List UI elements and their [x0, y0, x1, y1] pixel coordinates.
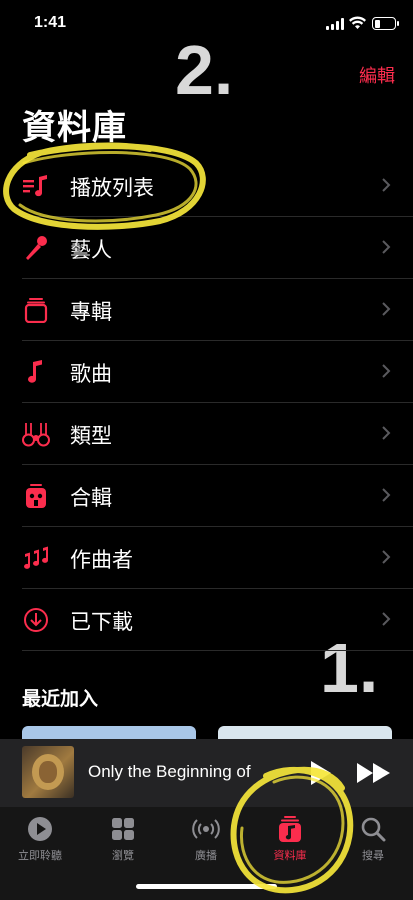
tab-radio[interactable]: 廣播	[170, 815, 242, 863]
library-item-downloaded[interactable]: 已下載	[0, 589, 413, 651]
recent-album-card[interactable]	[218, 726, 392, 740]
library-item-genres[interactable]: 類型	[0, 403, 413, 465]
browse-grid-icon	[112, 818, 134, 840]
library-item-compilations[interactable]: 合輯	[0, 465, 413, 527]
library-item-artists[interactable]: 藝人	[0, 217, 413, 279]
library-icon	[279, 816, 301, 842]
battery-icon	[372, 17, 399, 30]
cellular-signal-icon	[326, 18, 344, 30]
tab-browse[interactable]: 瀏覽	[87, 815, 159, 863]
library-item-label: 類型	[70, 424, 112, 448]
radio-icon	[192, 819, 220, 839]
tab-search[interactable]: 搜尋	[337, 815, 409, 863]
library-list: 播放列表 藝人 專輯 歌曲 類型 合輯 作曲者 已下載	[0, 155, 413, 651]
chevron-right-icon	[382, 302, 391, 316]
library-item-label: 藝人	[70, 238, 112, 262]
page-title: 資料庫	[22, 108, 127, 148]
library-item-label: 合輯	[70, 486, 112, 510]
album-stack-icon	[24, 298, 48, 323]
listen-now-icon	[28, 817, 52, 841]
library-item-composers[interactable]: 作曲者	[0, 527, 413, 589]
chevron-right-icon	[382, 426, 391, 440]
search-icon	[361, 817, 386, 842]
compilation-icon	[26, 484, 46, 508]
music-note-icon	[28, 360, 42, 383]
library-item-label: 已下載	[70, 610, 133, 634]
guitars-icon	[22, 423, 50, 447]
playlist-icon	[23, 175, 47, 197]
tab-listen-now[interactable]: 立即聆聽	[4, 815, 76, 863]
divider	[22, 650, 413, 651]
library-item-label: 歌曲	[70, 362, 112, 386]
recent-album-card[interactable]	[22, 726, 196, 740]
download-circle-icon	[24, 608, 48, 632]
library-item-albums[interactable]: 專輯	[0, 279, 413, 341]
tab-label: 搜尋	[362, 849, 384, 862]
tab-label: 瀏覽	[112, 849, 134, 862]
chevron-right-icon	[382, 364, 391, 378]
tab-label: 資料庫	[273, 849, 307, 862]
microphone-icon	[26, 236, 47, 260]
home-indicator[interactable]	[136, 884, 277, 889]
recently-added-title: 最近加入	[22, 688, 99, 710]
library-item-label: 專輯	[70, 300, 112, 324]
chevron-right-icon	[382, 550, 391, 564]
library-item-playlists[interactable]: 播放列表	[0, 155, 413, 217]
battery-level	[374, 19, 380, 28]
now-playing-title: Only the Beginning of	[88, 762, 251, 781]
tab-label: 立即聆聽	[18, 849, 62, 862]
chevron-right-icon	[382, 612, 391, 626]
wifi-icon	[349, 16, 366, 29]
status-time: 1:41	[34, 14, 67, 31]
fast-forward-icon[interactable]	[356, 761, 392, 785]
play-icon[interactable]	[308, 760, 332, 786]
chevron-right-icon	[382, 240, 391, 254]
chevron-right-icon	[382, 178, 391, 192]
composer-notes-icon	[24, 546, 49, 569]
mini-player[interactable]: Only the Beginning of	[0, 739, 413, 807]
annotation-step-2: 2.	[175, 31, 234, 109]
album-artwork	[22, 746, 74, 798]
chevron-right-icon	[382, 488, 391, 502]
library-item-label: 播放列表	[70, 176, 154, 200]
library-item-songs[interactable]: 歌曲	[0, 341, 413, 403]
library-item-label: 作曲者	[70, 548, 133, 572]
tab-library[interactable]: 資料庫	[254, 815, 326, 863]
edit-button[interactable]: 編輯	[359, 62, 395, 88]
tab-label: 廣播	[195, 849, 217, 862]
